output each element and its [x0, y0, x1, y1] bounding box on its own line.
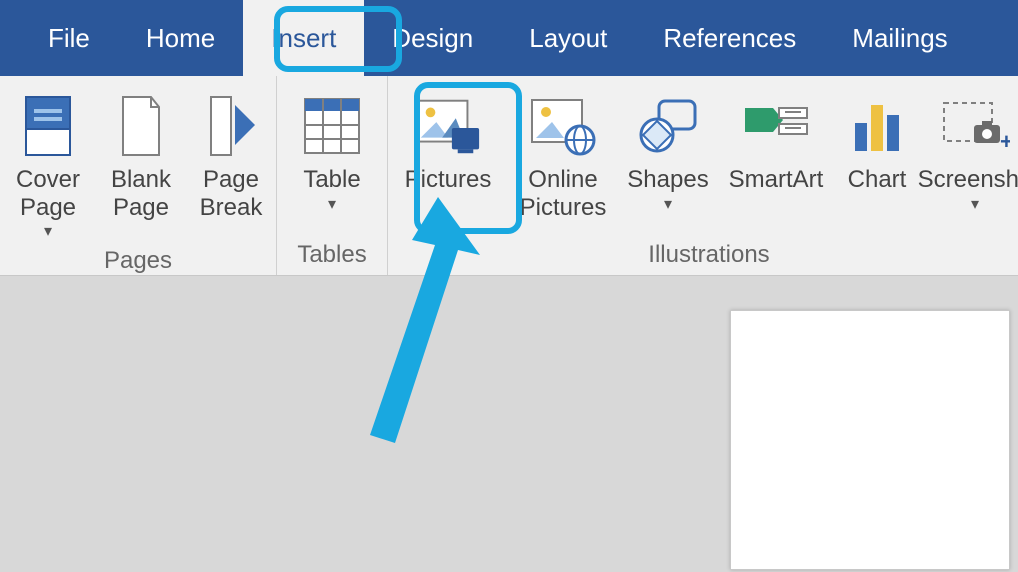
shapes-label: Shapes [627, 166, 708, 194]
group-pages: CoverPage ▾ BlankPage [0, 76, 277, 275]
tab-home[interactable]: Home [118, 0, 243, 76]
cover-page-label: CoverPage [16, 166, 80, 221]
shapes-button[interactable]: Shapes ▾ [618, 82, 718, 237]
tab-insert[interactable]: Insert [243, 0, 364, 76]
tab-bar: File Home Insert Design Layout Reference… [0, 0, 1018, 76]
group-tables-label: Tables [277, 237, 387, 271]
chevron-down-icon: ▾ [328, 194, 336, 214]
chart-label: Chart [848, 166, 907, 194]
tab-mailings[interactable]: Mailings [824, 0, 975, 76]
tab-file[interactable]: File [20, 0, 118, 76]
smartart-icon [741, 86, 811, 166]
chevron-down-icon: ▾ [44, 221, 52, 241]
tab-layout-label: Layout [529, 23, 607, 54]
pictures-icon [413, 86, 483, 166]
smartart-button[interactable]: SmartArt [718, 82, 834, 237]
tab-references-label: References [663, 23, 796, 54]
tab-design[interactable]: Design [364, 0, 501, 76]
tab-mailings-label: Mailings [852, 23, 947, 54]
document-page[interactable] [730, 310, 1010, 570]
page-break-icon [196, 86, 266, 166]
page-break-button[interactable]: PageBreak [186, 82, 276, 243]
cover-page-icon [13, 86, 83, 166]
pictures-label: Pictures [405, 166, 492, 194]
tab-insert-label: Insert [271, 23, 336, 54]
tab-home-label: Home [146, 23, 215, 54]
blank-page-icon [106, 86, 176, 166]
screenshot-button[interactable]: + Screensho ▾ [920, 82, 1018, 237]
tab-references[interactable]: References [635, 0, 824, 76]
ribbon: CoverPage ▾ BlankPage [0, 76, 1018, 276]
group-tables: Table ▾ Tables [277, 76, 388, 275]
pictures-button[interactable]: Pictures [388, 82, 508, 237]
online-pictures-button[interactable]: OnlinePictures [508, 82, 618, 237]
chart-button[interactable]: Chart [834, 82, 920, 237]
chevron-down-icon: ▾ [664, 194, 672, 214]
tab-layout[interactable]: Layout [501, 0, 635, 76]
cover-page-button[interactable]: CoverPage ▾ [0, 82, 96, 243]
blank-page-button[interactable]: BlankPage [96, 82, 186, 243]
blank-page-label: BlankPage [111, 166, 171, 221]
shapes-icon [633, 86, 703, 166]
page-break-label: PageBreak [200, 166, 263, 221]
online-pictures-icon [528, 86, 598, 166]
tab-file-label: File [48, 23, 90, 54]
chart-icon [842, 86, 912, 166]
screenshot-icon: + [940, 86, 1010, 166]
group-pages-label: Pages [0, 243, 276, 277]
tab-design-label: Design [392, 23, 473, 54]
table-icon [297, 86, 367, 166]
group-illustrations-label: Illustrations [388, 237, 1018, 271]
table-button[interactable]: Table ▾ [277, 82, 387, 237]
smartart-label: SmartArt [729, 166, 824, 194]
svg-text:+: + [1000, 129, 1010, 153]
group-illustrations: Pictures OnlinePictures [388, 76, 1018, 275]
online-pictures-label: OnlinePictures [520, 166, 607, 221]
chevron-down-icon: ▾ [971, 194, 979, 214]
table-label: Table [303, 166, 360, 194]
screenshot-label: Screensho [918, 166, 1018, 194]
